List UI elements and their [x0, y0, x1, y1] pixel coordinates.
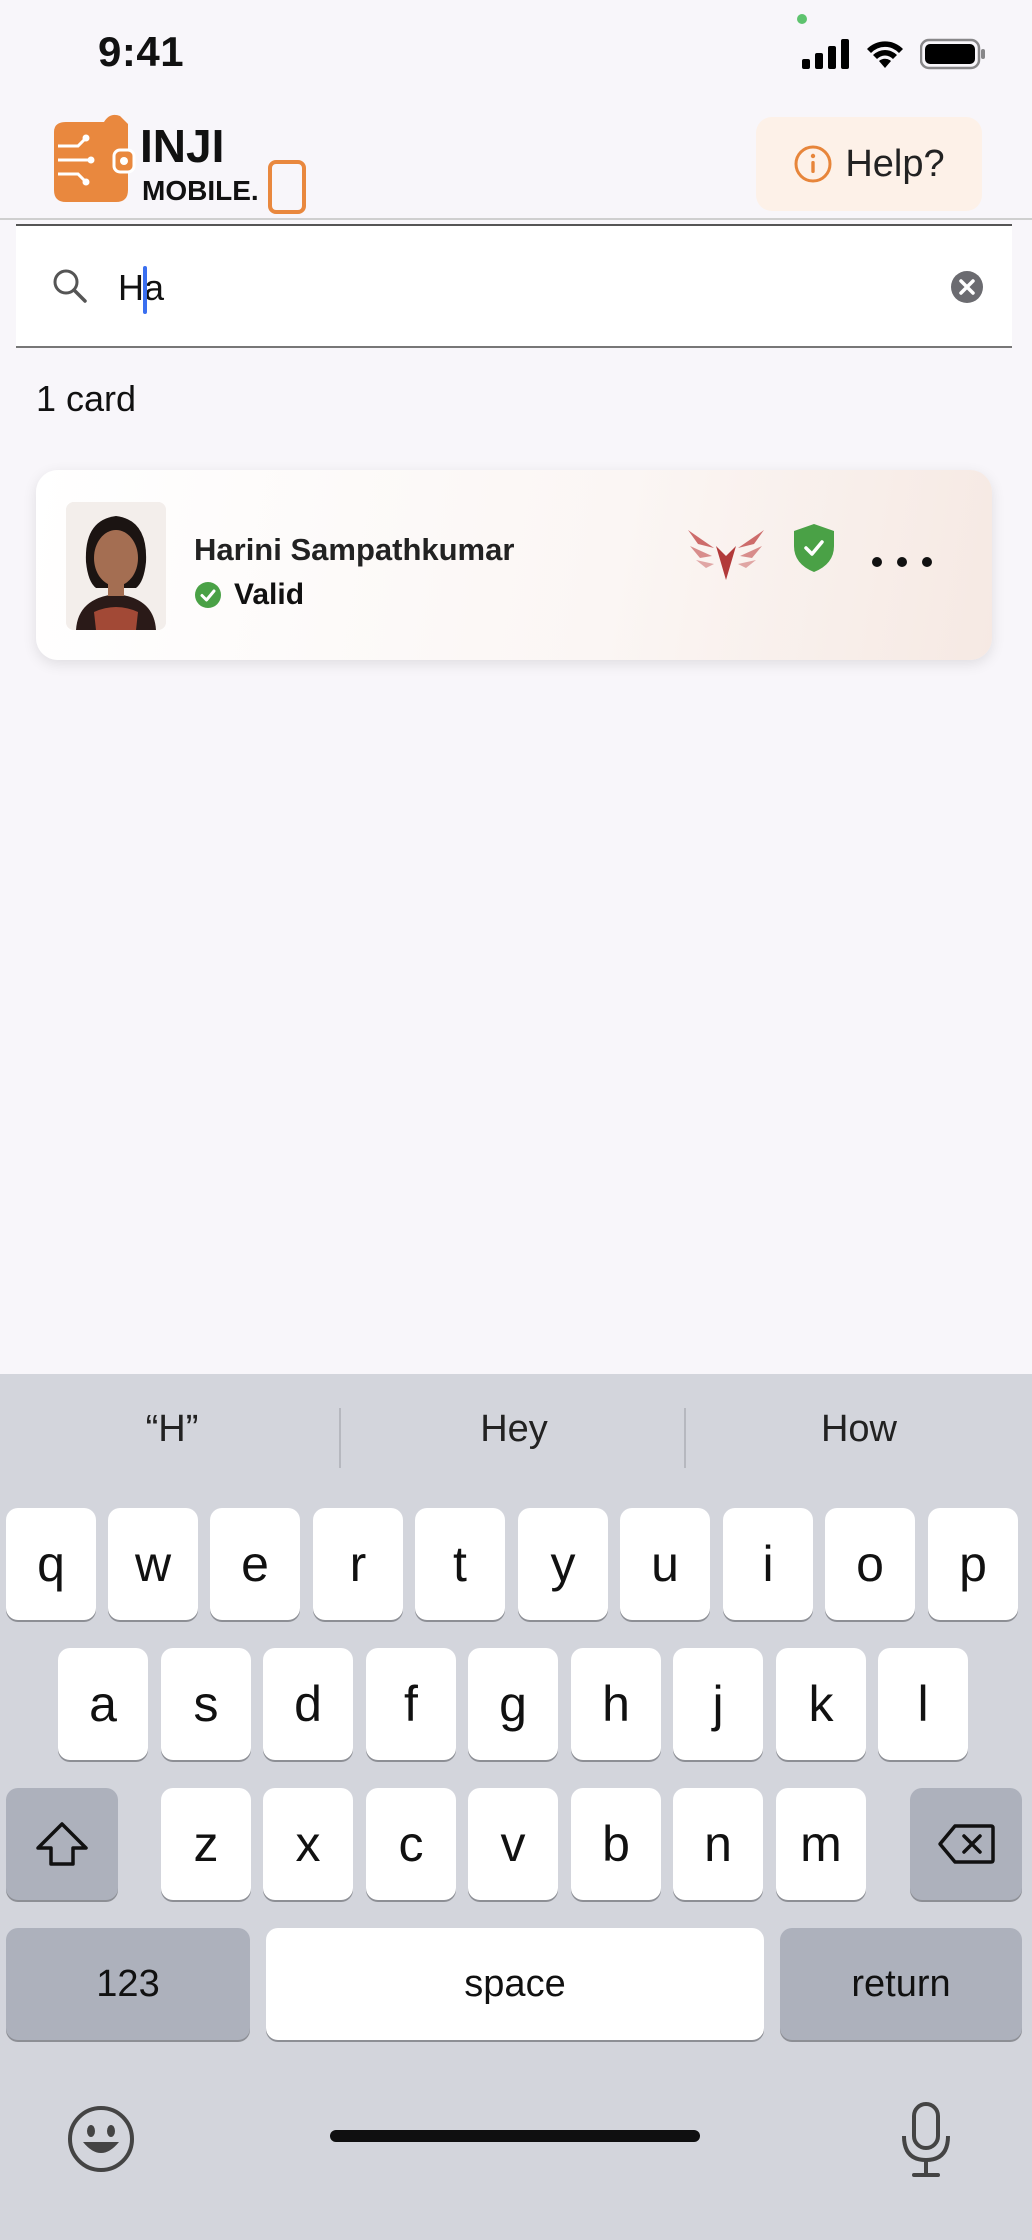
numbers-key[interactable]: 123 [6, 1928, 250, 2040]
key-x[interactable]: x [263, 1788, 353, 1900]
card-holder-name: Harini Sampathkumar [194, 532, 515, 567]
key-f[interactable]: f [366, 1648, 456, 1760]
key-d[interactable]: d [263, 1648, 353, 1760]
help-button[interactable]: Help? [756, 117, 982, 211]
credential-card[interactable]: Harini Sampathkumar Valid [36, 470, 992, 660]
key-b[interactable]: b [571, 1788, 661, 1900]
suggestion-3[interactable]: How [687, 1408, 1031, 1451]
battery-icon [920, 38, 985, 70]
key-w[interactable]: w [108, 1508, 198, 1620]
suggestion-2[interactable]: Hey [342, 1408, 686, 1451]
shift-key[interactable] [6, 1788, 118, 1900]
search-input[interactable] [118, 262, 918, 314]
search-bar[interactable] [16, 224, 1012, 348]
key-k[interactable]: k [776, 1648, 866, 1760]
key-a[interactable]: a [58, 1648, 148, 1760]
key-j[interactable]: j [673, 1648, 763, 1760]
header-divider [0, 218, 1032, 220]
key-i[interactable]: i [723, 1508, 813, 1620]
logo-line1: INJI [140, 120, 224, 172]
key-l[interactable]: l [878, 1648, 968, 1760]
suggestion-divider [339, 1408, 341, 1468]
cellular-signal-icon [802, 39, 849, 69]
info-icon [794, 145, 832, 183]
key-h[interactable]: h [571, 1648, 661, 1760]
issuer-logo-icon [688, 530, 764, 580]
key-c[interactable]: c [366, 1788, 456, 1900]
verified-shield-icon [794, 524, 834, 572]
space-key[interactable]: space [266, 1928, 764, 2040]
suggestion-bar: “H” Hey How [0, 1374, 1032, 1500]
key-r[interactable]: r [313, 1508, 403, 1620]
key-y[interactable]: y [518, 1508, 608, 1620]
inji-mobile-logo: INJI MOBILE. [44, 110, 312, 216]
key-o[interactable]: o [825, 1508, 915, 1620]
key-q[interactable]: q [6, 1508, 96, 1620]
key-n[interactable]: n [673, 1788, 763, 1900]
home-indicator[interactable] [330, 2130, 700, 2142]
clear-search-icon[interactable] [950, 270, 984, 304]
search-icon [53, 269, 87, 303]
valid-check-icon [195, 582, 221, 608]
emoji-icon[interactable] [66, 2104, 136, 2174]
avatar [66, 502, 166, 630]
backspace-icon [938, 1824, 995, 1864]
key-v[interactable]: v [468, 1788, 558, 1900]
microphone-icon[interactable] [896, 2100, 956, 2180]
keyboard: “H” Hey How q w e r t y u i o p a s d f … [0, 1374, 1032, 2240]
key-u[interactable]: u [620, 1508, 710, 1620]
key-g[interactable]: g [468, 1648, 558, 1760]
status-time: 9:41 [98, 28, 185, 75]
return-key[interactable]: return [780, 1928, 1022, 2040]
shift-icon [36, 1822, 88, 1866]
key-z[interactable]: z [161, 1788, 251, 1900]
text-cursor [143, 266, 147, 314]
result-count: 1 card [36, 378, 137, 419]
card-status: Valid [194, 578, 304, 612]
privacy-indicator-dot [797, 14, 807, 24]
delete-key[interactable] [910, 1788, 1022, 1900]
status-icons [802, 36, 986, 72]
suggestion-divider [684, 1408, 686, 1468]
logo-line2: MOBILE. [142, 175, 259, 206]
help-label: Help? [845, 142, 945, 185]
suggestion-1[interactable]: “H” [0, 1408, 344, 1451]
status-bar: 9:41 [0, 0, 1032, 110]
key-s[interactable]: s [161, 1648, 251, 1760]
key-e[interactable]: e [210, 1508, 300, 1620]
wifi-icon [867, 41, 903, 68]
key-t[interactable]: t [415, 1508, 505, 1620]
more-options-icon[interactable] [872, 542, 932, 582]
key-p[interactable]: p [928, 1508, 1018, 1620]
key-m[interactable]: m [776, 1788, 866, 1900]
card-status-label: Valid [234, 578, 305, 611]
